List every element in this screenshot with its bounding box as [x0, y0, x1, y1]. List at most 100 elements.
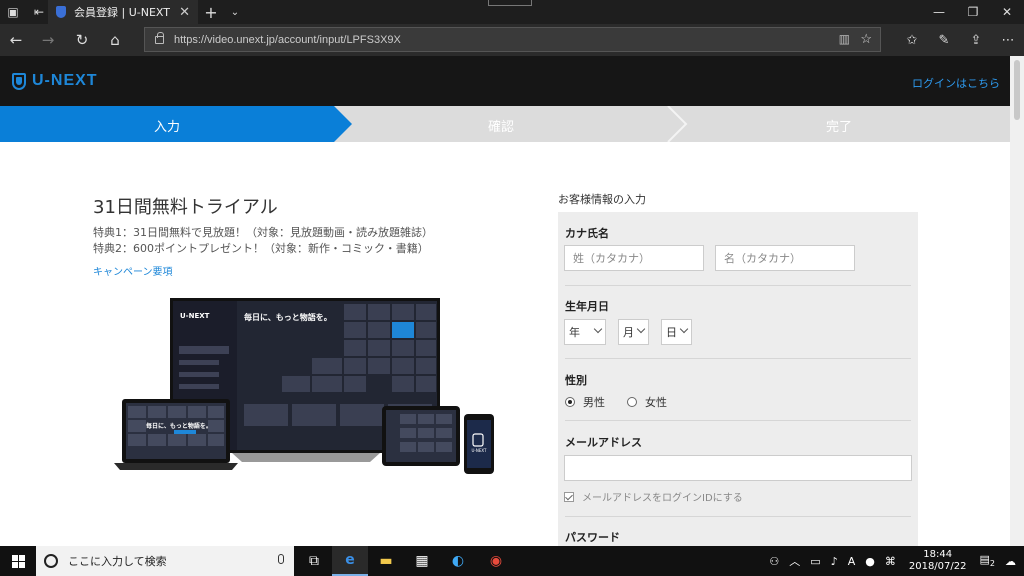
- gender-male-radio[interactable]: 男性: [565, 394, 605, 410]
- step-confirm: 確認: [487, 120, 514, 135]
- unext-logo[interactable]: U-NEXT: [12, 72, 98, 90]
- chrome-icon[interactable]: ◉: [478, 546, 514, 576]
- gender-label: 性別: [565, 374, 587, 387]
- laptop-headline: 毎日に、もっと物語を。: [146, 423, 212, 430]
- radio-selected-icon: [565, 397, 575, 407]
- chevron-down-icon: [593, 324, 603, 334]
- favorites-hub-icon[interactable]: ✩: [896, 24, 928, 56]
- url-text: https://video.unext.jp/account/input/LPF…: [174, 33, 401, 46]
- step-complete: 完了: [825, 120, 852, 135]
- tv-headline: 毎日に、もっと物語を。: [244, 313, 332, 322]
- taskbar-search-placeholder: ここに入力して検索: [68, 555, 167, 568]
- app-c-icon[interactable]: ◐: [440, 546, 476, 576]
- restore-icon[interactable]: ❐: [956, 0, 990, 24]
- drag-region: [488, 0, 532, 6]
- tab-list-chevron-icon[interactable]: ⌄: [226, 0, 244, 24]
- form-title: お客様情報の入力: [558, 193, 646, 206]
- onedrive-icon[interactable]: ●: [860, 555, 880, 568]
- password-label: パスワード: [565, 531, 620, 544]
- windows-logo-icon: [11, 554, 25, 568]
- file-explorer-icon[interactable]: ▬: [368, 546, 404, 576]
- kana-name-label: カナ氏名: [565, 227, 609, 240]
- email-as-login-checkbox[interactable]: メールアドレスをログインIDにする: [564, 489, 743, 504]
- birth-year-value: 年: [569, 326, 580, 339]
- battery-icon[interactable]: ▭: [805, 555, 825, 568]
- birth-month-value: 月: [623, 326, 634, 339]
- email-as-login-label: メールアドレスをログインIDにする: [582, 493, 743, 504]
- start-button[interactable]: [0, 546, 36, 576]
- refresh-icon[interactable]: ↻: [66, 24, 98, 56]
- browser-toolbar: ← → ↻ ⌂ https://video.unext.jp/account/i…: [0, 24, 1024, 56]
- birth-date-label: 生年月日: [565, 300, 609, 313]
- birth-month-select[interactable]: 月: [618, 319, 649, 345]
- system-tray: ⚇ ︿ ▭ ♪ A ● ⌘ 18:44 2018/07/22 ▤2 ☁: [764, 546, 1024, 576]
- email-label: メールアドレス: [565, 436, 642, 449]
- network-icon[interactable]: ⌘: [880, 555, 901, 568]
- close-tab-icon[interactable]: ✕: [179, 5, 190, 20]
- divider: [565, 516, 911, 517]
- unext-shield-icon: [12, 72, 26, 90]
- back-icon[interactable]: ←: [0, 24, 32, 56]
- action-center-icon[interactable]: ▤2: [975, 553, 1001, 568]
- browser-tab[interactable]: 会員登録 | U-NEXT ✕: [48, 0, 198, 24]
- people-icon[interactable]: ⚇: [764, 555, 784, 568]
- close-window-icon[interactable]: ✕: [990, 0, 1024, 24]
- favorite-star-icon[interactable]: ☆: [860, 31, 872, 47]
- divider: [565, 420, 911, 421]
- chevron-down-icon: [679, 324, 689, 334]
- birth-year-select[interactable]: 年: [564, 319, 606, 345]
- scrollbar-thumb[interactable]: [1014, 60, 1020, 120]
- gender-female-radio[interactable]: 女性: [627, 394, 667, 410]
- first-name-kana-input[interactable]: [715, 245, 855, 271]
- web-note-icon[interactable]: ✎: [928, 24, 960, 56]
- perk-1: 特典1：31日間無料で見放題！（対象：見放題動画・読み放題雑誌）: [93, 226, 433, 239]
- volume-icon[interactable]: ♪: [826, 555, 843, 568]
- last-name-kana-input[interactable]: [564, 245, 704, 271]
- lock-icon: [155, 31, 164, 44]
- page-scrollbar[interactable]: [1010, 56, 1024, 546]
- phone-logo-text: U-NEXT: [471, 448, 487, 453]
- login-link[interactable]: ログインはこちら: [912, 75, 1000, 91]
- chevron-down-icon: [636, 324, 646, 334]
- tv-logo-text: U-NEXT: [180, 312, 210, 320]
- task-view-icon[interactable]: ⧉: [296, 546, 332, 576]
- edge-icon[interactable]: e: [332, 546, 368, 576]
- birth-day-value: 日: [666, 326, 677, 339]
- share-icon[interactable]: ⇪: [960, 24, 992, 56]
- clock-date: 2018/07/22: [908, 561, 967, 572]
- perk-2: 特典2：600ポイントプレゼント！（対象：新作・コミック・書籍）: [93, 242, 429, 255]
- logo-text: U-NEXT: [32, 72, 98, 89]
- show-hidden-icons-icon[interactable]: ︿: [784, 553, 805, 569]
- cortana-icon: [44, 554, 58, 568]
- birth-day-select[interactable]: 日: [661, 319, 692, 345]
- weather-cloud-icon[interactable]: ☁: [1000, 555, 1024, 568]
- new-tab-icon[interactable]: +: [202, 0, 220, 24]
- radio-empty-icon: [627, 397, 637, 407]
- store-icon[interactable]: ▦: [404, 546, 440, 576]
- more-icon[interactable]: ⋯: [992, 24, 1024, 56]
- gender-male-label: 男性: [583, 396, 605, 409]
- reading-view-icon[interactable]: ▥: [839, 32, 850, 46]
- ime-indicator[interactable]: A: [843, 555, 861, 568]
- email-input[interactable]: [564, 455, 912, 481]
- divider: [565, 285, 911, 286]
- tab-manager-icon[interactable]: ▣: [0, 0, 26, 24]
- divider: [565, 358, 911, 359]
- step-input: 入力: [153, 120, 180, 135]
- checkbox-checked-icon: [564, 491, 574, 502]
- devices-graphic: [114, 298, 494, 474]
- notification-count: 2: [989, 559, 995, 569]
- clock[interactable]: 18:44 2018/07/22: [901, 549, 975, 573]
- campaign-terms-link[interactable]: キャンペーン要項: [93, 263, 173, 278]
- trial-title: 31日間無料トライアル: [93, 197, 278, 218]
- forward-icon[interactable]: →: [32, 24, 64, 56]
- taskbar-search[interactable]: ここに入力して検索: [36, 546, 294, 576]
- browser-tools: ✩ ✎ ⇪ ⋯: [896, 24, 1024, 56]
- home-icon[interactable]: ⌂: [99, 24, 131, 56]
- tab-title: 会員登録 | U-NEXT: [74, 6, 170, 19]
- browser-tab-bar: ▣ ⇤ 会員登録 | U-NEXT ✕ + ⌄ — ❐ ✕: [0, 0, 1024, 24]
- window-controls: — ❐ ✕: [922, 0, 1024, 24]
- microphone-icon[interactable]: [278, 554, 284, 564]
- address-bar[interactable]: https://video.unext.jp/account/input/LPF…: [144, 27, 881, 52]
- minimize-icon[interactable]: —: [922, 0, 956, 24]
